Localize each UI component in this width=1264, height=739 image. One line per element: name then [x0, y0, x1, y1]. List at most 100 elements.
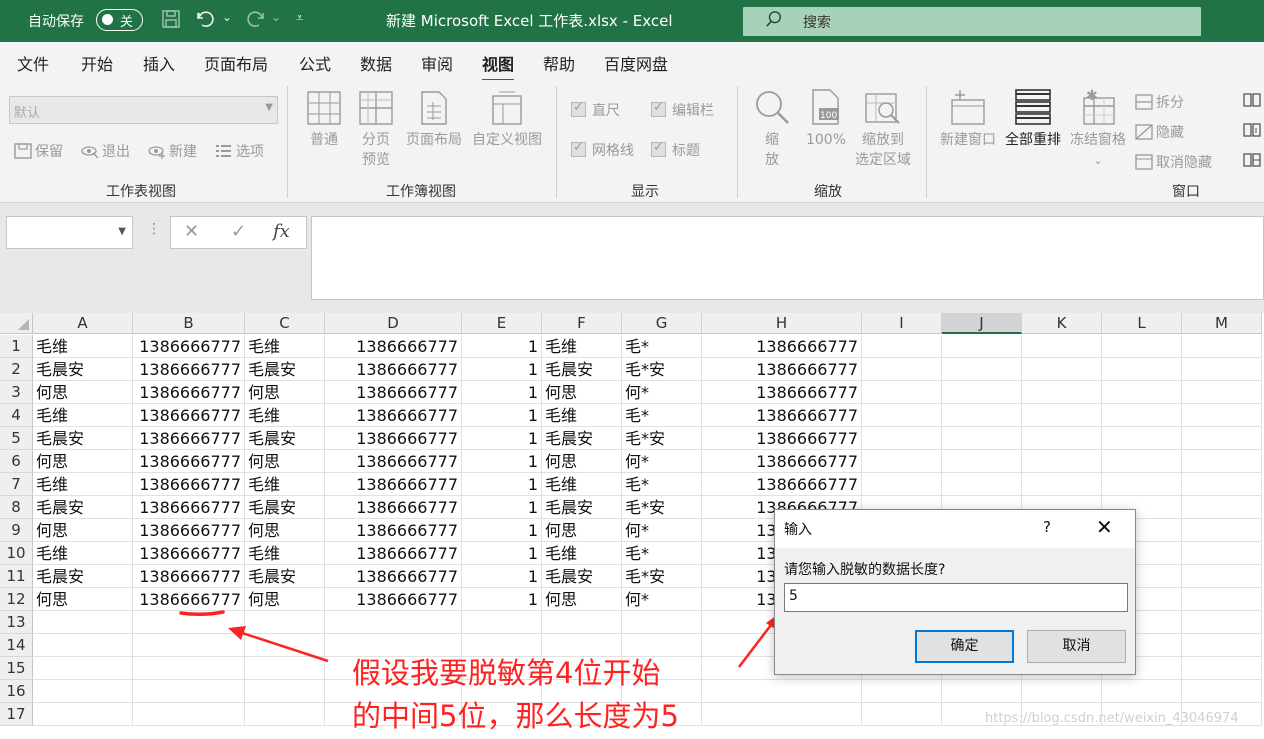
- cell-h7[interactable]: 1386666777: [702, 473, 862, 496]
- column-header-j[interactable]: J: [942, 313, 1022, 334]
- row-header-15[interactable]: 15: [0, 657, 33, 680]
- cell-k1[interactable]: [1022, 335, 1102, 358]
- gridlines-checkbox[interactable]: 网格线: [571, 140, 634, 160]
- cell-j16[interactable]: [942, 680, 1022, 703]
- cell-c1[interactable]: 毛维: [245, 335, 325, 358]
- cell-i5[interactable]: [862, 427, 942, 450]
- cancel-entry-icon[interactable]: ✕: [184, 221, 199, 242]
- cell-f11[interactable]: 毛晨安: [542, 565, 622, 588]
- cell-d6[interactable]: 1386666777: [325, 450, 462, 473]
- cell-g3[interactable]: 何*: [622, 381, 702, 404]
- cell-a11[interactable]: 毛晨安: [33, 565, 133, 588]
- cell-g1[interactable]: 毛*: [622, 335, 702, 358]
- cell-b9[interactable]: 1386666777: [133, 519, 245, 542]
- cell-f2[interactable]: 毛晨安: [542, 358, 622, 381]
- exit-button[interactable]: 退出: [81, 141, 130, 161]
- cell-c2[interactable]: 毛晨安: [245, 358, 325, 381]
- cell-d1[interactable]: 1386666777: [325, 335, 462, 358]
- custom-views-button[interactable]: 自定义视图: [468, 90, 546, 150]
- cell-j1[interactable]: [942, 335, 1022, 358]
- cell-d10[interactable]: 1386666777: [325, 542, 462, 565]
- cell-j3[interactable]: [942, 381, 1022, 404]
- cell-b16[interactable]: [133, 680, 245, 703]
- cell-j5[interactable]: [942, 427, 1022, 450]
- cell-d4[interactable]: 1386666777: [325, 404, 462, 427]
- cell-a5[interactable]: 毛晨安: [33, 427, 133, 450]
- view-side-by-side-icon[interactable]: [1243, 92, 1264, 109]
- cell-e3[interactable]: 1: [462, 381, 542, 404]
- cell-a4[interactable]: 毛维: [33, 404, 133, 427]
- cell-e7[interactable]: 1: [462, 473, 542, 496]
- row-header-4[interactable]: 4: [0, 404, 33, 427]
- row-header-13[interactable]: 13: [0, 611, 33, 634]
- cell-d9[interactable]: 1386666777: [325, 519, 462, 542]
- search-box[interactable]: 搜索: [743, 7, 1201, 36]
- cell-k7[interactable]: [1022, 473, 1102, 496]
- row-header-14[interactable]: 14: [0, 634, 33, 657]
- cell-f10[interactable]: 毛维: [542, 542, 622, 565]
- row-header-17[interactable]: 17: [0, 703, 33, 726]
- cell-d13[interactable]: [325, 611, 462, 634]
- tab-file[interactable]: 文件: [17, 51, 49, 75]
- cell-a1[interactable]: 毛维: [33, 335, 133, 358]
- cell-h16[interactable]: [702, 680, 862, 703]
- customize-toolbar-icon[interactable]: ⩡: [296, 11, 303, 26]
- cell-b2[interactable]: 1386666777: [133, 358, 245, 381]
- cell-j2[interactable]: [942, 358, 1022, 381]
- cell-e11[interactable]: 1: [462, 565, 542, 588]
- cell-b7[interactable]: 1386666777: [133, 473, 245, 496]
- row-header-11[interactable]: 11: [0, 565, 33, 588]
- cell-c8[interactable]: 毛晨安: [245, 496, 325, 519]
- row-header-16[interactable]: 16: [0, 680, 33, 703]
- cell-i16[interactable]: [862, 680, 942, 703]
- cell-l2[interactable]: [1102, 358, 1182, 381]
- cell-m8[interactable]: [1182, 496, 1262, 519]
- cell-h2[interactable]: 1386666777: [702, 358, 862, 381]
- cell-f1[interactable]: 毛维: [542, 335, 622, 358]
- zoom-100-button[interactable]: 100 100%: [803, 88, 849, 150]
- page-layout-view-button[interactable]: 页面布局: [404, 90, 464, 150]
- cell-d7[interactable]: 1386666777: [325, 473, 462, 496]
- cell-h5[interactable]: 1386666777: [702, 427, 862, 450]
- cell-c6[interactable]: 何思: [245, 450, 325, 473]
- cell-d5[interactable]: 1386666777: [325, 427, 462, 450]
- cell-d3[interactable]: 1386666777: [325, 381, 462, 404]
- column-header-l[interactable]: L: [1102, 313, 1182, 334]
- cell-k3[interactable]: [1022, 381, 1102, 404]
- cell-b4[interactable]: 1386666777: [133, 404, 245, 427]
- keep-button[interactable]: 保留: [14, 141, 63, 161]
- row-header-3[interactable]: 3: [0, 381, 33, 404]
- cell-g12[interactable]: 何*: [622, 588, 702, 611]
- column-header-d[interactable]: D: [325, 313, 462, 334]
- row-header-2[interactable]: 2: [0, 358, 33, 381]
- cell-d11[interactable]: 1386666777: [325, 565, 462, 588]
- cell-c16[interactable]: [245, 680, 325, 703]
- autosave-toggle[interactable]: 关: [96, 9, 143, 31]
- cell-a12[interactable]: 何思: [33, 588, 133, 611]
- cell-h6[interactable]: 1386666777: [702, 450, 862, 473]
- row-header-9[interactable]: 9: [0, 519, 33, 542]
- reset-window-position-icon[interactable]: [1243, 152, 1264, 169]
- cell-i3[interactable]: [862, 381, 942, 404]
- tab-page-layout[interactable]: 页面布局: [204, 51, 268, 75]
- sheet-view-select[interactable]: 默认 ▼: [9, 96, 278, 124]
- cell-a10[interactable]: 毛维: [33, 542, 133, 565]
- tab-data[interactable]: 数据: [360, 51, 392, 75]
- cell-k4[interactable]: [1022, 404, 1102, 427]
- cell-m1[interactable]: [1182, 335, 1262, 358]
- column-header-g[interactable]: G: [622, 313, 702, 334]
- formula-bar-checkbox[interactable]: 编辑栏: [651, 100, 714, 120]
- cell-a7[interactable]: 毛维: [33, 473, 133, 496]
- row-header-8[interactable]: 8: [0, 496, 33, 519]
- cell-c9[interactable]: 何思: [245, 519, 325, 542]
- cancel-button[interactable]: 取消: [1027, 630, 1126, 663]
- cell-f4[interactable]: 毛维: [542, 404, 622, 427]
- cell-a15[interactable]: [33, 657, 133, 680]
- tab-home[interactable]: 开始: [81, 51, 113, 75]
- column-header-f[interactable]: F: [542, 313, 622, 334]
- cell-f5[interactable]: 毛晨安: [542, 427, 622, 450]
- cell-c7[interactable]: 毛维: [245, 473, 325, 496]
- cell-d8[interactable]: 1386666777: [325, 496, 462, 519]
- cell-c5[interactable]: 毛晨安: [245, 427, 325, 450]
- close-icon[interactable]: ✕: [1096, 515, 1113, 539]
